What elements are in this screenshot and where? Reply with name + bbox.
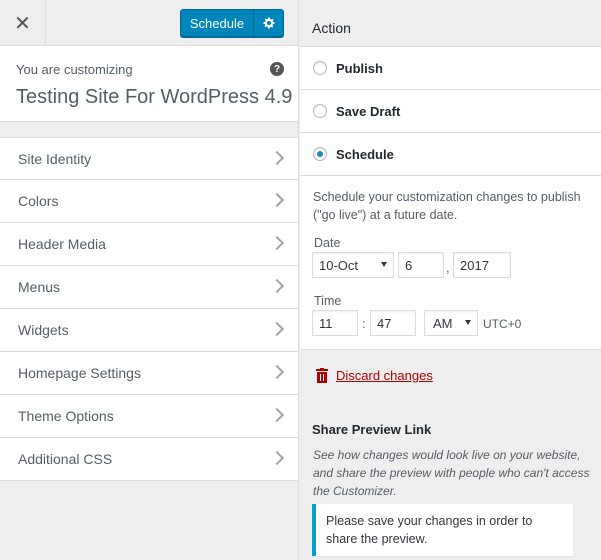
date-label: Date (314, 236, 341, 250)
schedule-button[interactable]: Schedule (181, 10, 253, 36)
schedule-settings: Schedule your customization changes to p… (300, 176, 601, 350)
section-colors[interactable]: Colors (0, 180, 298, 223)
chevron-right-icon (269, 450, 285, 466)
minute-input[interactable]: 47 (370, 310, 416, 336)
chevron-right-icon (269, 321, 285, 337)
share-preview-heading: Share Preview Link (312, 422, 432, 437)
day-input[interactable]: 6 (398, 252, 444, 278)
chevron-right-icon (269, 407, 285, 423)
gear-icon[interactable] (253, 10, 283, 36)
timezone-label: UTC+0 (483, 317, 522, 331)
action-label: Save Draft (336, 104, 401, 119)
section-label: Colors (18, 193, 59, 209)
time-label: Time (314, 294, 342, 308)
dropdown-caret-icon (381, 262, 387, 267)
section-widgets[interactable]: Widgets (0, 309, 298, 352)
site-title: Testing Site For WordPress 4.9 (16, 86, 293, 108)
save-changes-notice: Please save your changes in order to sha… (312, 504, 573, 556)
section-label: Header Media (18, 236, 106, 252)
section-label: Site Identity (18, 151, 92, 167)
ampm-select[interactable]: AM (424, 310, 478, 336)
schedule-description: Schedule your customization changes to p… (313, 190, 581, 222)
action-label: Schedule (336, 147, 394, 162)
section-menus[interactable]: Menus (0, 266, 298, 309)
chevron-right-icon (269, 192, 285, 208)
action-heading: Action (312, 20, 351, 36)
section-label: Menus (18, 279, 61, 295)
month-select[interactable]: 10-Oct (312, 252, 394, 278)
schedule-button-group: Schedule (180, 9, 284, 37)
hour-input[interactable]: 11 (312, 310, 358, 336)
customizer-sidebar: ✕ Schedule You are customizing Testing S… (0, 0, 299, 560)
section-homepage-settings[interactable]: Homepage Settings (0, 352, 298, 395)
section-site-identity[interactable]: Site Identity (0, 137, 298, 180)
time-separator: : (362, 316, 366, 331)
trash-icon (316, 368, 328, 383)
publish-radio[interactable] (313, 61, 327, 75)
section-label: Homepage Settings (18, 365, 141, 381)
customizer-header: ✕ Schedule (0, 0, 298, 46)
save-draft-radio[interactable] (313, 104, 327, 118)
year-input[interactable]: 2017 (453, 252, 511, 278)
discard-changes-label: Discard changes (336, 368, 433, 383)
action-schedule[interactable]: Schedule (300, 133, 601, 176)
publish-settings-panel: Action Publish Save Draft Schedule Sched… (300, 0, 601, 560)
customize-info: You are customizing Testing Site For Wor… (0, 46, 298, 122)
help-icon[interactable]: ? (270, 62, 284, 76)
discard-changes-link[interactable]: Discard changes (316, 368, 433, 383)
ampm-value: AM (433, 315, 453, 331)
section-theme-options[interactable]: Theme Options (0, 395, 298, 438)
dropdown-caret-icon (465, 320, 471, 325)
section-list: Site Identity Colors Header Media Menus … (0, 137, 298, 481)
chevron-right-icon (269, 364, 285, 380)
close-icon[interactable]: ✕ (0, 0, 46, 46)
schedule-radio[interactable] (313, 147, 327, 161)
section-label: Additional CSS (18, 451, 113, 467)
action-label: Publish (336, 61, 383, 76)
chevron-right-icon (269, 150, 285, 166)
chevron-right-icon (269, 278, 285, 294)
section-header-media[interactable]: Header Media (0, 223, 298, 266)
section-additional-css[interactable]: Additional CSS (0, 438, 298, 481)
month-value: 10-Oct (319, 257, 359, 273)
share-preview-description: See how changes would look live on your … (313, 448, 590, 498)
action-radio-group: Publish Save Draft Schedule (300, 46, 601, 176)
date-separator: , (446, 260, 450, 275)
action-publish[interactable]: Publish (300, 47, 601, 90)
section-label: Widgets (18, 322, 69, 338)
customizing-label: You are customizing (16, 62, 133, 77)
section-label: Theme Options (18, 408, 114, 424)
chevron-right-icon (269, 235, 285, 251)
action-save-draft[interactable]: Save Draft (300, 90, 601, 133)
